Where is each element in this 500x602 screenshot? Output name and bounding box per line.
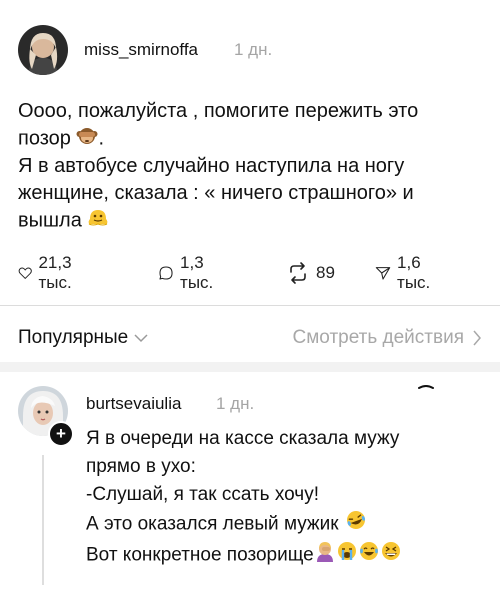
post-line-1: Оооо, пожалуйста , помогите пережить это [18, 100, 419, 122]
post-body: Оооо, пожалуйста , помогите пережить это… [18, 98, 478, 235]
chevron-right-icon [473, 330, 481, 346]
share-button[interactable]: 1,6 тыс. [375, 253, 438, 292]
like-button[interactable]: 21,3 тыс. [18, 253, 81, 292]
post-username[interactable]: miss_smirnoffa [84, 40, 198, 60]
sort-label: Популярные [18, 327, 129, 348]
melting-face-icon [87, 207, 109, 235]
post-line-5: вышла [18, 209, 82, 232]
share-count: 1,6 тыс. [397, 253, 431, 292]
tears-of-joy-icon [358, 540, 380, 571]
post-line-4: женщине, сказала : « ничего страшного» и [18, 182, 414, 204]
rolling-laughing-icon [344, 509, 368, 540]
like-count: 21,3 тыс. [38, 253, 72, 292]
thread-line [42, 455, 44, 585]
comment-line-4: А это оказался левый мужик [86, 513, 339, 535]
post-author-avatar[interactable] [18, 25, 68, 75]
post-line-3: Я в автобусе случайно наступила на ногу [18, 155, 405, 177]
comment-line-3: -Слушай, я так ссать хочу! [86, 484, 319, 505]
comment-line-5: Вот конкретное позорище [86, 544, 314, 566]
comment-line-2: прямо в ухо: [86, 456, 196, 477]
comment-username[interactable]: burtsevaiulia [86, 394, 181, 414]
chevron-down-icon [134, 334, 148, 343]
see-no-evil-monkey-icon [76, 125, 98, 153]
view-activity-label: Смотреть действия [292, 327, 464, 348]
woman-facepalming-icon [314, 540, 336, 571]
reply-button[interactable]: 1,3 тыс. [158, 253, 221, 292]
repost-button[interactable]: 89 [286, 260, 335, 286]
more-options-icon[interactable] [418, 384, 434, 390]
comment-body: Я в очереди на кассе сказала мужу прямо … [86, 425, 486, 571]
heart-icon [18, 267, 32, 279]
section-separator [0, 362, 500, 372]
repost-count: 89 [316, 263, 335, 282]
comment-line-1: Я в очереди на кассе сказала мужу [86, 428, 400, 449]
sort-dropdown[interactable]: Популярные [18, 327, 148, 349]
comment-timestamp: 1 дн. [216, 394, 255, 413]
post-timestamp: 1 дн. [234, 40, 273, 59]
view-activity-link[interactable]: Смотреть действия [293, 327, 482, 349]
divider [0, 305, 500, 306]
post-line-2: позор [18, 127, 71, 150]
loudly-crying-icon [336, 540, 358, 571]
follow-plus-button[interactable]: + [48, 421, 74, 447]
grinning-squinting-icon [380, 540, 402, 571]
repost-icon [290, 262, 306, 284]
comment-bubble-icon [159, 266, 173, 280]
send-icon [375, 267, 391, 280]
reply-count: 1,3 тыс. [180, 253, 214, 292]
